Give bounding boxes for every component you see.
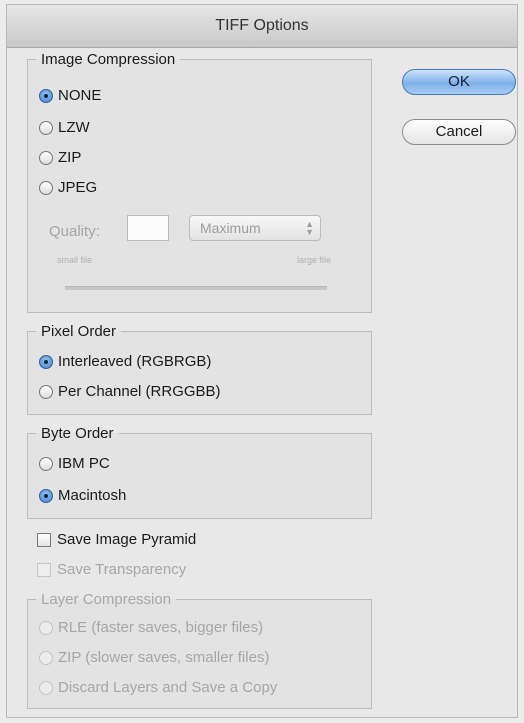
- radio-none[interactable]: NONE: [39, 87, 101, 104]
- radio-selected-icon[interactable]: [39, 488, 53, 503]
- radio-unselected-icon[interactable]: [39, 120, 53, 135]
- radio-discard-layers[interactable]: Discard Layers and Save a Copy: [39, 679, 277, 696]
- quality-input[interactable]: [127, 215, 169, 241]
- radio-disabled-icon[interactable]: [39, 650, 53, 665]
- byte-order-group: Byte Order: [27, 425, 372, 519]
- radio-rle-label: RLE (faster saves, bigger files): [58, 619, 264, 636]
- checkbox-unchecked-icon[interactable]: [37, 532, 51, 547]
- radio-interleaved[interactable]: Interleaved (RGBRGB): [39, 353, 211, 370]
- save-transparency-label: Save Transparency: [57, 561, 187, 578]
- ok-button[interactable]: OK: [402, 69, 516, 95]
- radio-layer-zip-label: ZIP (slower saves, smaller files): [58, 649, 270, 666]
- quality-preset-select[interactable]: Maximum ▲ ▼: [189, 215, 321, 241]
- radio-per-channel-label: Per Channel (RRGGBB): [58, 383, 221, 400]
- tiff-options-dialog: TIFF Options Image Compression NONE LZW …: [6, 4, 518, 718]
- radio-selected-icon[interactable]: [39, 354, 53, 369]
- radio-lzw[interactable]: LZW: [39, 119, 90, 136]
- byte-order-legend: Byte Order: [41, 425, 114, 442]
- radio-jpeg[interactable]: JPEG: [39, 179, 97, 196]
- radio-ibm-pc[interactable]: IBM PC: [39, 455, 110, 472]
- radio-macintosh-label: Macintosh: [58, 487, 127, 504]
- radio-macintosh[interactable]: Macintosh: [39, 487, 126, 504]
- large-file-label: large file: [297, 255, 332, 265]
- radio-interleaved-label: Interleaved (RGBRGB): [58, 353, 212, 370]
- quality-slider[interactable]: [65, 286, 327, 290]
- quality-preset-value: Maximum: [200, 220, 261, 236]
- image-compression-legend: Image Compression: [41, 51, 176, 68]
- dialog-title: TIFF Options: [7, 5, 517, 48]
- radio-zip-label: ZIP: [58, 149, 82, 166]
- cancel-button[interactable]: Cancel: [402, 119, 516, 145]
- quality-label: Quality:: [49, 223, 100, 240]
- save-transparency-checkbox[interactable]: Save Transparency: [37, 561, 186, 578]
- small-file-label: small file: [57, 255, 93, 265]
- radio-disabled-icon[interactable]: [39, 680, 53, 695]
- save-image-pyramid-checkbox[interactable]: Save Image Pyramid: [37, 531, 196, 548]
- radio-unselected-icon[interactable]: [39, 150, 53, 165]
- radio-layer-zip[interactable]: ZIP (slower saves, smaller files): [39, 649, 269, 666]
- radio-unselected-icon[interactable]: [39, 384, 53, 399]
- radio-discard-layers-label: Discard Layers and Save a Copy: [58, 679, 278, 696]
- radio-none-label: NONE: [58, 87, 102, 104]
- stepper-arrows-icon: ▲ ▼: [305, 219, 314, 237]
- radio-per-channel[interactable]: Per Channel (RRGGBB): [39, 383, 221, 400]
- radio-unselected-icon[interactable]: [39, 456, 53, 471]
- checkbox-disabled-icon[interactable]: [37, 562, 51, 577]
- layer-compression-legend: Layer Compression: [41, 591, 172, 608]
- radio-disabled-icon[interactable]: [39, 620, 53, 635]
- radio-zip[interactable]: ZIP: [39, 149, 81, 166]
- radio-lzw-label: LZW: [58, 119, 90, 136]
- radio-rle[interactable]: RLE (faster saves, bigger files): [39, 619, 263, 636]
- radio-ibm-pc-label: IBM PC: [58, 455, 110, 472]
- radio-selected-icon[interactable]: [39, 88, 53, 103]
- save-image-pyramid-label: Save Image Pyramid: [57, 531, 197, 548]
- radio-jpeg-label: JPEG: [58, 179, 98, 196]
- radio-unselected-icon[interactable]: [39, 180, 53, 195]
- pixel-order-legend: Pixel Order: [41, 323, 117, 340]
